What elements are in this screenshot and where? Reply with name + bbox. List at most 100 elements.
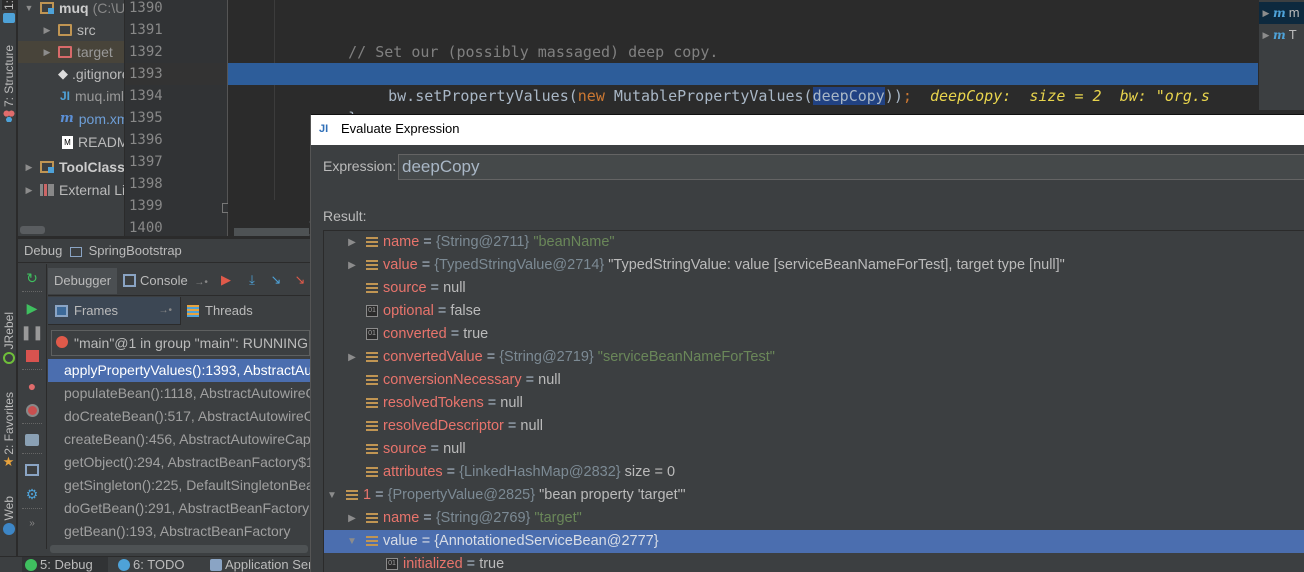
result-row[interactable]: ▶ value = {TypedStringValue@2714} "TypedS… bbox=[324, 254, 1304, 277]
result-row[interactable]: ▼ value = {AnnotationedServiceBean@2777} bbox=[324, 530, 1304, 553]
result-row[interactable]: 01 initialized = true bbox=[324, 553, 1304, 572]
stop-icon[interactable] bbox=[24, 348, 40, 364]
equals-sign: = bbox=[482, 349, 500, 365]
result-row[interactable]: ▶ name = {String@2711} "beanName" bbox=[324, 231, 1304, 254]
bottom-tab-todo[interactable]: 6: TODO bbox=[115, 557, 185, 572]
result-row[interactable]: resolvedDescriptor = null bbox=[324, 415, 1304, 438]
frame-item[interactable]: createBean():456, AbstractAutowireCapabl… bbox=[48, 428, 310, 451]
run-config-name[interactable]: SpringBootstrap bbox=[89, 243, 182, 258]
collapse-arrow-icon[interactable]: ▶ bbox=[42, 19, 52, 41]
tree-item-gitignore[interactable]: ◆ .gitignore bbox=[58, 63, 124, 85]
collapse-arrow-icon[interactable]: ▶ bbox=[24, 156, 34, 178]
field-icon bbox=[366, 421, 378, 432]
result-row[interactable]: resolvedTokens = null bbox=[324, 392, 1304, 415]
expand-arrow-icon[interactable]: ▶ bbox=[1259, 24, 1273, 46]
stripe-tab-web[interactable]: Web bbox=[0, 496, 17, 536]
thread-selector[interactable]: "main"@1 in group "main": RUNNING bbox=[51, 330, 310, 356]
scrollbar-thumb[interactable] bbox=[50, 545, 308, 553]
tree-item-label: ToolClass bbox=[59, 159, 124, 175]
field-name: initialized bbox=[403, 556, 463, 572]
field-name: name bbox=[383, 510, 420, 526]
tree-item-target[interactable]: ▶ target bbox=[18, 41, 124, 63]
step-over-icon[interactable]: ⤓ bbox=[244, 273, 260, 287]
horizontal-scrollbar[interactable] bbox=[20, 226, 45, 234]
editor-hscrollbar[interactable] bbox=[234, 228, 309, 236]
collapsed-arrow-icon[interactable]: ▶ bbox=[346, 231, 358, 254]
frames-hscrollbar[interactable] bbox=[48, 544, 310, 554]
editor-gutter: 1390 1391 1392 1393 1394 1395 1396 1397 … bbox=[124, 0, 232, 236]
result-row[interactable]: ▼ 1 = {PropertyValue@2825} "bean property… bbox=[324, 484, 1304, 507]
stripe-tab-structure[interactable]: 7: Structure bbox=[0, 45, 17, 123]
method-icon: m bbox=[1273, 28, 1286, 42]
result-row[interactable]: source = null bbox=[324, 277, 1304, 300]
field-value: true bbox=[479, 556, 505, 572]
collapsed-arrow-icon[interactable]: ▶ bbox=[346, 254, 358, 277]
tree-item-iml[interactable]: JI muq.iml bbox=[60, 85, 124, 107]
stripe-tab-favorites[interactable]: 2: Favorites ★ bbox=[0, 392, 17, 469]
intellij-icon: JI bbox=[319, 123, 329, 135]
resume-icon[interactable]: ▶ bbox=[24, 300, 40, 316]
tree-item-pom[interactable]: m pom.xml bbox=[60, 108, 124, 130]
result-row[interactable]: ▶ name = {String@2769} "target" bbox=[324, 507, 1304, 530]
expanded-arrow-icon[interactable]: ▼ bbox=[326, 484, 338, 507]
dialog-title-bar[interactable]: JI Evaluate Expression bbox=[311, 115, 1304, 145]
stripe-tab-label: JRebel bbox=[1, 312, 16, 350]
stripe-tab-jrebel[interactable]: JRebel bbox=[0, 312, 17, 365]
expand-arrow-icon[interactable]: ▶ bbox=[1259, 2, 1273, 24]
result-row[interactable]: conversionNecessary = null bbox=[324, 369, 1304, 392]
structure-item[interactable]: ▶ m T bbox=[1259, 24, 1304, 46]
tab-frames[interactable]: Frames →• bbox=[52, 297, 172, 325]
tree-item-src[interactable]: ▶ src bbox=[42, 19, 96, 41]
camera-icon[interactable] bbox=[24, 432, 40, 448]
expanded-arrow-icon[interactable]: ▼ bbox=[346, 530, 358, 553]
collapsed-arrow-icon[interactable]: ▶ bbox=[346, 507, 358, 530]
result-row[interactable]: 01 optional = false bbox=[324, 300, 1304, 323]
frame-item[interactable]: getBean():193, AbstractBeanFactory bbox=[48, 520, 310, 543]
frame-item[interactable]: doCreateBean():517, AbstractAutowireCapa… bbox=[48, 405, 310, 428]
bottom-tab-debug[interactable]: 5: Debug bbox=[22, 557, 108, 572]
collapsed-arrow-icon[interactable]: ▶ bbox=[346, 346, 358, 369]
tree-item-toolclass[interactable]: ▶ ToolClass bbox=[24, 156, 124, 178]
frame-item[interactable]: populateBean():1118, AbstractAutowireCap… bbox=[48, 382, 310, 405]
collapse-arrow-icon[interactable]: ▶ bbox=[24, 179, 34, 201]
expand-arrow-icon[interactable]: ▼ bbox=[24, 0, 34, 19]
tab-debugger[interactable]: Debugger bbox=[48, 268, 118, 294]
tab-label: Threads bbox=[205, 303, 253, 318]
frame-item[interactable]: getSingleton():225, DefaultSingletonBean… bbox=[48, 474, 310, 497]
result-row[interactable]: 01 converted = true bbox=[324, 323, 1304, 346]
result-row[interactable]: ▶ convertedValue = {String@2719} "service… bbox=[324, 346, 1304, 369]
pin-icon[interactable]: →• bbox=[194, 277, 208, 288]
settings-icon[interactable]: ⚙ bbox=[24, 486, 40, 502]
expression-input[interactable] bbox=[398, 154, 1304, 180]
mute-breakpoints-icon[interactable] bbox=[24, 402, 40, 418]
result-row[interactable]: source = null bbox=[324, 438, 1304, 461]
view-breakpoints-icon[interactable]: ● bbox=[24, 378, 40, 394]
frame-item[interactable]: applyPropertyValues():1393, AbstractAuto… bbox=[48, 359, 310, 382]
structure-item[interactable]: ▶ m m bbox=[1259, 2, 1304, 24]
result-row[interactable]: attributes = {LinkedHashMap@2832} size =… bbox=[324, 461, 1304, 484]
project-icon bbox=[2, 13, 15, 23]
tree-item-readme[interactable]: M README bbox=[62, 131, 124, 153]
tree-item-label: src bbox=[77, 22, 96, 38]
equals-sign: = bbox=[442, 464, 460, 480]
step-into-icon[interactable]: ↘ bbox=[268, 273, 284, 287]
show-execution-point-icon[interactable]: ▶ bbox=[218, 273, 234, 287]
layout-icon[interactable] bbox=[24, 462, 40, 478]
tab-threads[interactable]: Threads bbox=[180, 297, 310, 325]
frame-item[interactable]: getObject():294, AbstractBeanFactory$1 bbox=[48, 451, 310, 474]
more-icon[interactable]: » bbox=[24, 516, 40, 532]
rerun-icon[interactable]: ↻ bbox=[24, 270, 40, 286]
tree-item-external-libraries[interactable]: ▶ External Libraries bbox=[24, 179, 124, 201]
gitignore-icon: ◆ bbox=[58, 66, 68, 81]
stripe-tab-project[interactable]: 1: Project bbox=[0, 0, 17, 23]
tree-item-muq[interactable]: ▼ muq (C:\U bbox=[24, 0, 124, 19]
line-number: 1391 bbox=[129, 22, 163, 38]
field-icon bbox=[366, 237, 378, 248]
field-name: attributes bbox=[383, 464, 443, 480]
force-step-into-icon[interactable]: ↘ bbox=[292, 273, 308, 287]
collapse-arrow-icon[interactable]: ▶ bbox=[42, 41, 52, 63]
frame-item[interactable]: doGetBean():291, AbstractBeanFactory bbox=[48, 497, 310, 520]
pin-icon[interactable]: →• bbox=[158, 297, 172, 325]
pause-icon[interactable]: ❚❚ bbox=[20, 324, 43, 340]
tab-console[interactable]: Console →• bbox=[118, 268, 214, 294]
